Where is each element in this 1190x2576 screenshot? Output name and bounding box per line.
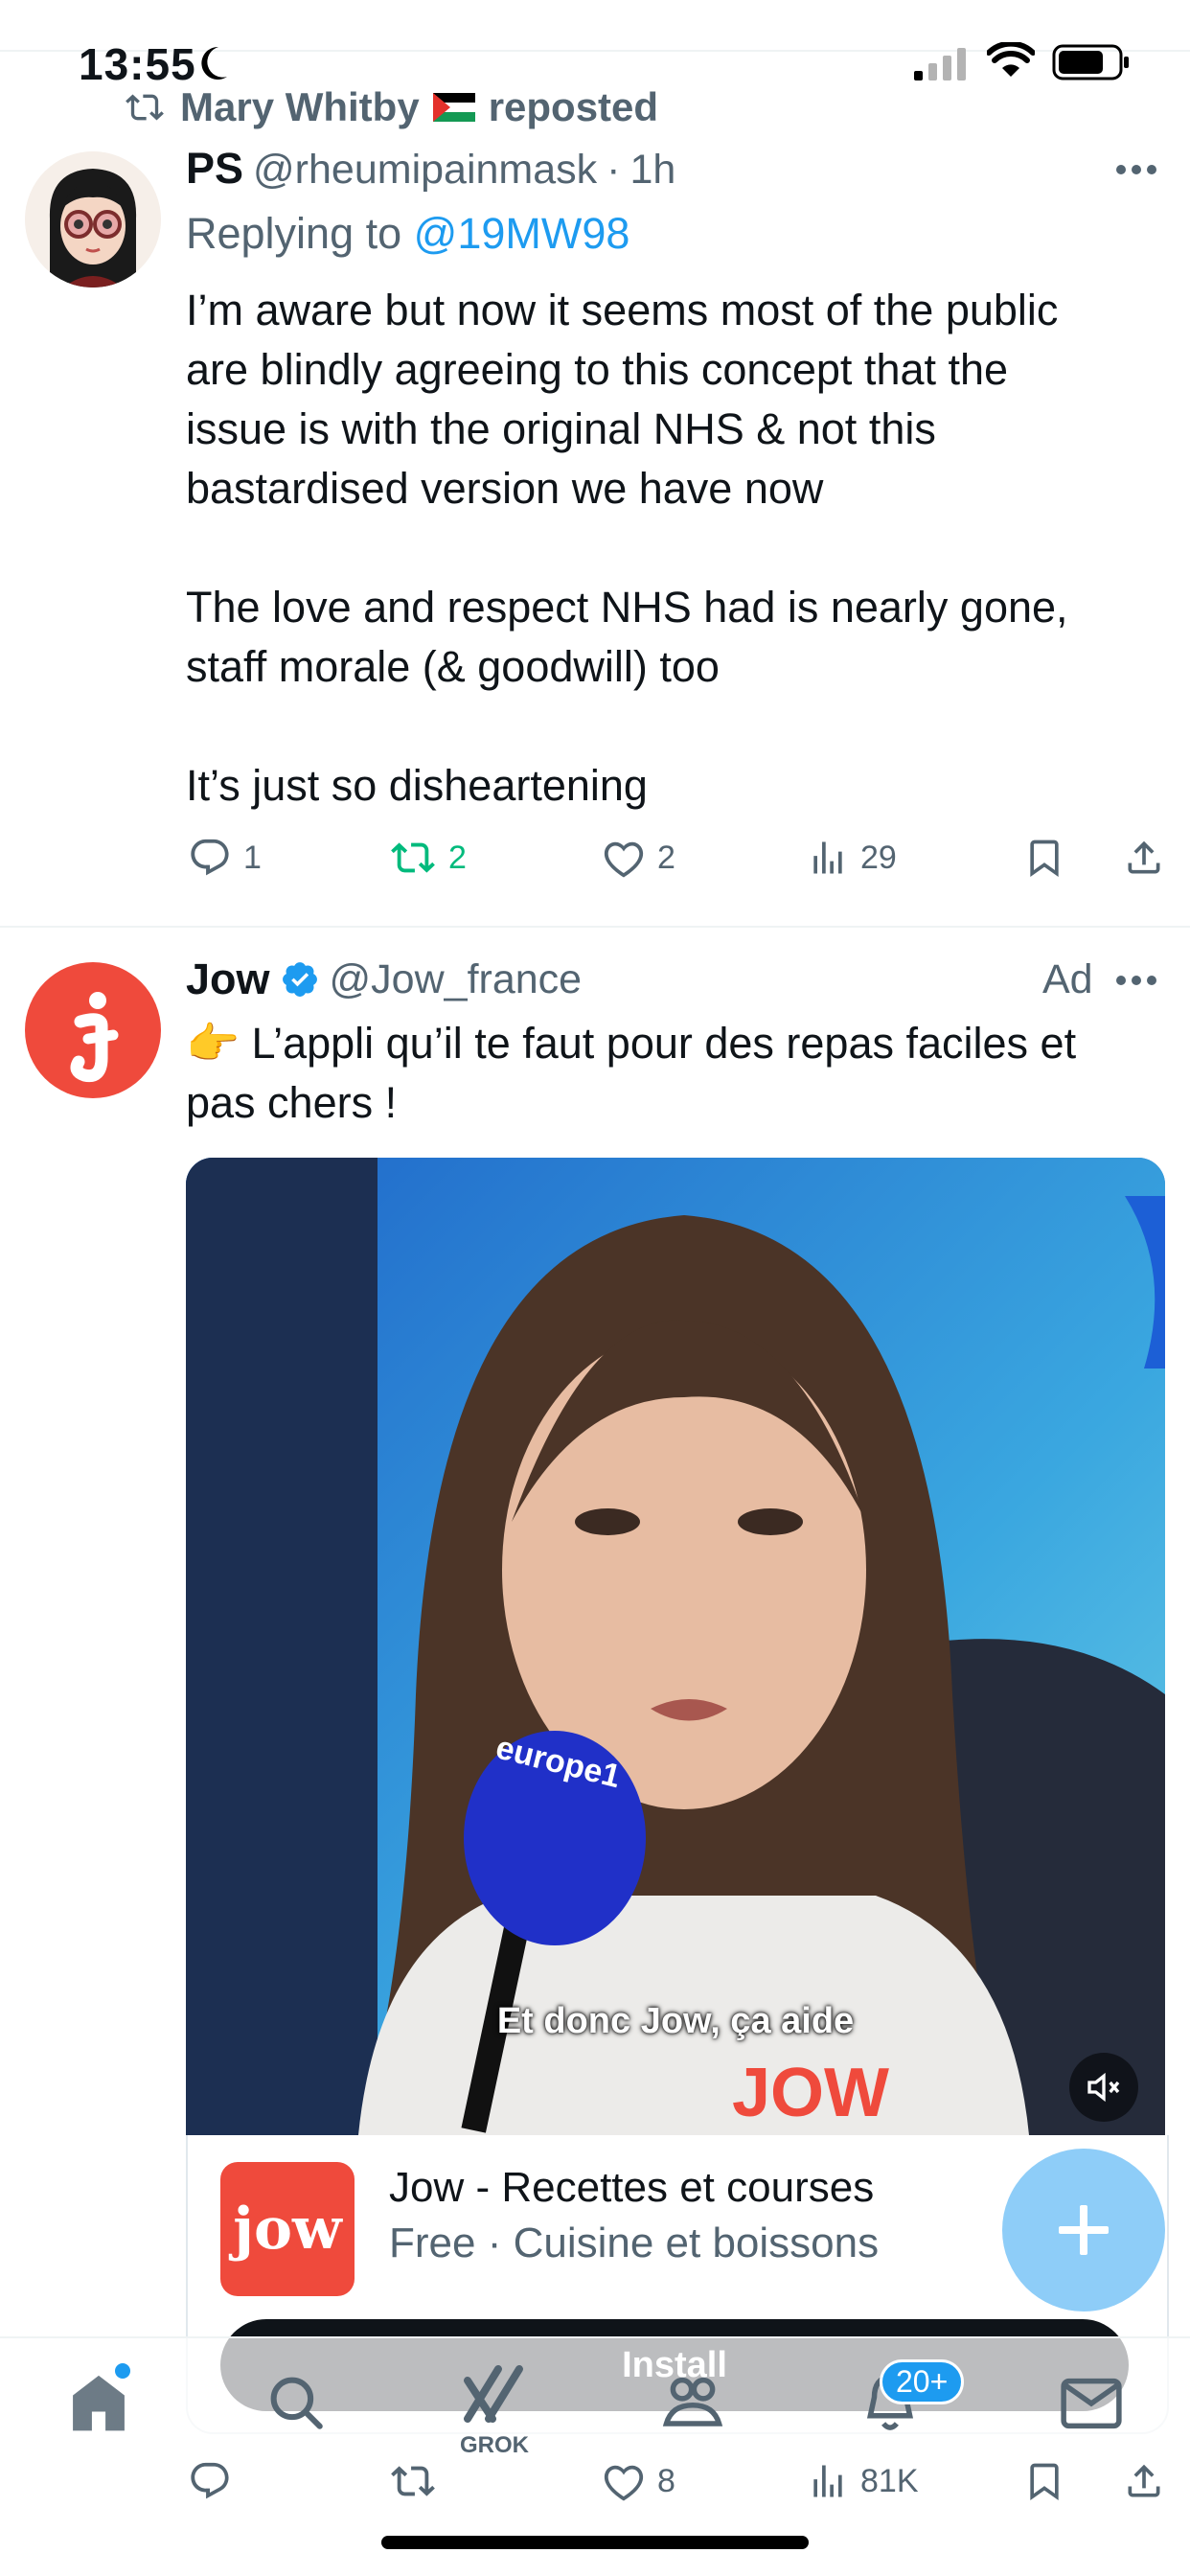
reply-icon	[191, 839, 229, 876]
tweet-text: I’m aware but now it seems most of the p…	[186, 286, 1068, 810]
replying-to-handle[interactable]: @19MW98	[414, 209, 630, 258]
share-icon[interactable]	[1123, 836, 1165, 880]
reposter-name: Mary Whitby	[180, 84, 420, 129]
repost-icon	[126, 94, 164, 121]
reply-count: 1	[243, 839, 262, 876]
reply-icon	[191, 2462, 229, 2499]
separator-dot: ·	[606, 147, 621, 193]
views-button[interactable]: 29	[807, 836, 1014, 880]
replying-to-prefix: Replying to	[186, 209, 402, 258]
wifi-icon	[987, 42, 1035, 77]
advertiser-name[interactable]: Jow	[186, 954, 270, 1004]
plus-icon	[1059, 2205, 1109, 2255]
share-icon[interactable]	[1123, 2459, 1165, 2503]
video-caption: Et donc Jow, ça aide	[496, 2001, 855, 2041]
bottom-tab-bar	[0, 2336, 1190, 2444]
jow-logo-icon	[70, 992, 119, 1083]
replying-to: Replying to @19MW98	[186, 209, 629, 259]
ad-repost-button[interactable]	[389, 2459, 602, 2503]
bookmark-icon[interactable]	[1023, 2459, 1065, 2503]
like-button[interactable]: 2	[602, 836, 807, 880]
home-indicator[interactable]	[381, 2536, 809, 2549]
ad-like-button[interactable]: 8	[602, 2459, 807, 2503]
repost-icon	[391, 2466, 435, 2496]
palestine-flag-icon	[432, 93, 475, 122]
home-unread-dot	[115, 2363, 130, 2379]
app-title: Jow - Recettes et courses	[389, 2164, 875, 2211]
app-meta: Free · Cuisine et boissons	[389, 2220, 880, 2266]
communities-icon[interactable]	[659, 2371, 726, 2434]
notifications-badge: 20+	[880, 2359, 965, 2404]
ad-label: Ad	[1042, 956, 1093, 1002]
ad-views-button[interactable]: 81K	[807, 2459, 1014, 2503]
more-options-icon[interactable]	[1115, 163, 1157, 176]
repost-count: 2	[448, 839, 467, 876]
video-frame: JOW europe1	[186, 1158, 1165, 2135]
moon-icon	[201, 46, 227, 80]
grok-label: GROK	[460, 2432, 529, 2458]
views-icon	[813, 841, 842, 874]
ad-video[interactable]: JOW europe1 Et donc Jow, ça aide	[186, 1158, 1165, 2135]
grok-icon[interactable]	[460, 2361, 529, 2423]
repost-icon	[391, 842, 435, 873]
tweet-header: PS @rheumipainmask · 1h	[186, 144, 675, 194]
author-handle[interactable]: @rheumipainmask	[253, 147, 597, 194]
ad-reply-button[interactable]	[188, 2459, 389, 2503]
heart-icon	[604, 841, 644, 878]
repost-context[interactable]: Mary Whitby reposted	[123, 84, 658, 130]
author-name[interactable]: PS	[186, 144, 243, 194]
mute-button[interactable]	[1069, 2053, 1138, 2122]
app-icon: jow	[220, 2162, 355, 2296]
repost-suffix: reposted	[488, 84, 659, 129]
home-icon[interactable]	[65, 2371, 132, 2436]
compose-button[interactable]	[1002, 2149, 1165, 2312]
search-icon[interactable]	[264, 2371, 328, 2434]
bookmark-icon[interactable]	[1023, 836, 1065, 880]
ad-like-count: 8	[657, 2462, 675, 2499]
avatar[interactable]	[25, 151, 161, 288]
tweet-divider	[0, 926, 1190, 928]
views-count: 29	[860, 839, 897, 876]
ad-text: 👉 L’appli qu’il te faut pour des repas f…	[186, 1019, 1077, 1127]
more-options-icon[interactable]	[1115, 974, 1157, 987]
advertiser-avatar[interactable]	[25, 962, 161, 1098]
svg-text:JOW: JOW	[732, 2055, 889, 2131]
like-count: 2	[657, 839, 675, 876]
repost-button[interactable]: 2	[389, 836, 602, 880]
verified-badge-icon	[282, 962, 317, 997]
app-icon-text: jow	[233, 2196, 342, 2263]
status-time: 13:55	[79, 39, 196, 89]
tweet-time[interactable]: 1h	[629, 147, 675, 194]
views-icon	[813, 2465, 842, 2497]
battery-icon	[1052, 44, 1129, 80]
tweet-actions: 1 2 2 29	[188, 836, 1165, 880]
status-bar: 13:55	[0, 0, 1190, 96]
reply-button[interactable]: 1	[188, 836, 389, 880]
ad-views-count: 81K	[860, 2462, 919, 2499]
ad-header: Jow @Jow_france	[186, 954, 582, 1004]
cellular-signal-icon	[914, 48, 966, 80]
avatar-image	[25, 151, 161, 288]
advertiser-handle[interactable]: @Jow_france	[330, 956, 583, 1003]
muted-speaker-icon	[1087, 2072, 1120, 2103]
heart-icon	[604, 2465, 644, 2501]
ad-actions: 8 81K	[188, 2459, 1165, 2503]
messages-envelope-icon[interactable]	[1060, 2377, 1123, 2430]
